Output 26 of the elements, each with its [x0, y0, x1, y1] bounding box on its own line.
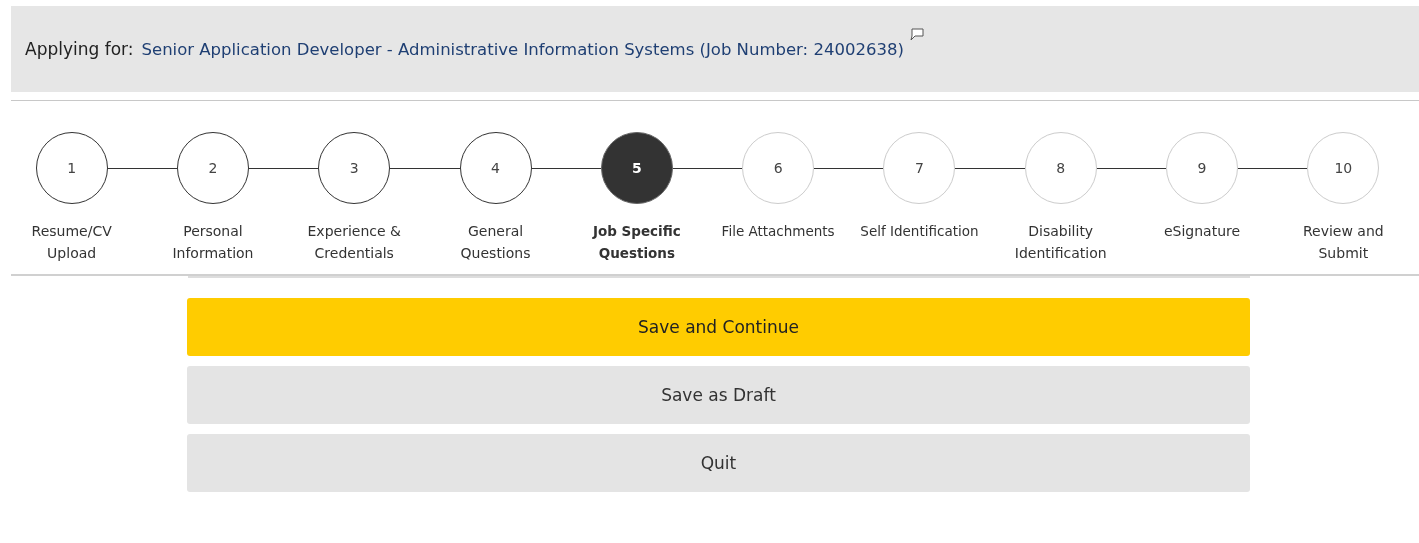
step-label: Disability Identification — [1013, 222, 1108, 263]
step-circle[interactable]: 8 — [1024, 132, 1097, 204]
step-circle[interactable]: 7 — [883, 132, 956, 204]
action-button[interactable]: Save and Continue — [187, 298, 1250, 356]
step-label: Experience & Credentials — [306, 222, 402, 263]
step-label: Job Specific Questions — [591, 222, 682, 263]
step-label: File Attachments — [720, 222, 836, 241]
step-circle[interactable]: 9 — [1166, 132, 1239, 204]
step-circle[interactable]: 4 — [459, 132, 532, 204]
step-label: eSignature — [1162, 222, 1242, 241]
step-circle[interactable]: 6 — [742, 132, 815, 204]
step-label: Review and Submit — [1301, 222, 1385, 263]
step-circle[interactable]: 3 — [318, 132, 391, 204]
action-button[interactable]: Quit — [187, 434, 1250, 492]
step-circle[interactable]: 10 — [1307, 132, 1380, 204]
step-label: Self Identification — [859, 222, 980, 241]
step-label: Personal Information — [171, 222, 255, 263]
job-title: Senior Application Developer - Administrative Information Systems (Job Number: 24002638) — [141, 39, 904, 59]
step-circle[interactable]: 2 — [176, 132, 249, 204]
step-circle[interactable]: 1 — [35, 132, 108, 204]
step-label: Resume/CV Upload — [30, 222, 113, 263]
step-label: General Questions — [459, 222, 532, 263]
step-circle[interactable]: 5 — [600, 132, 673, 204]
comment-icon[interactable] — [907, 28, 924, 42]
applying-label: Applying for: — [25, 39, 134, 59]
action-button[interactable]: Save as Draft — [187, 366, 1250, 424]
